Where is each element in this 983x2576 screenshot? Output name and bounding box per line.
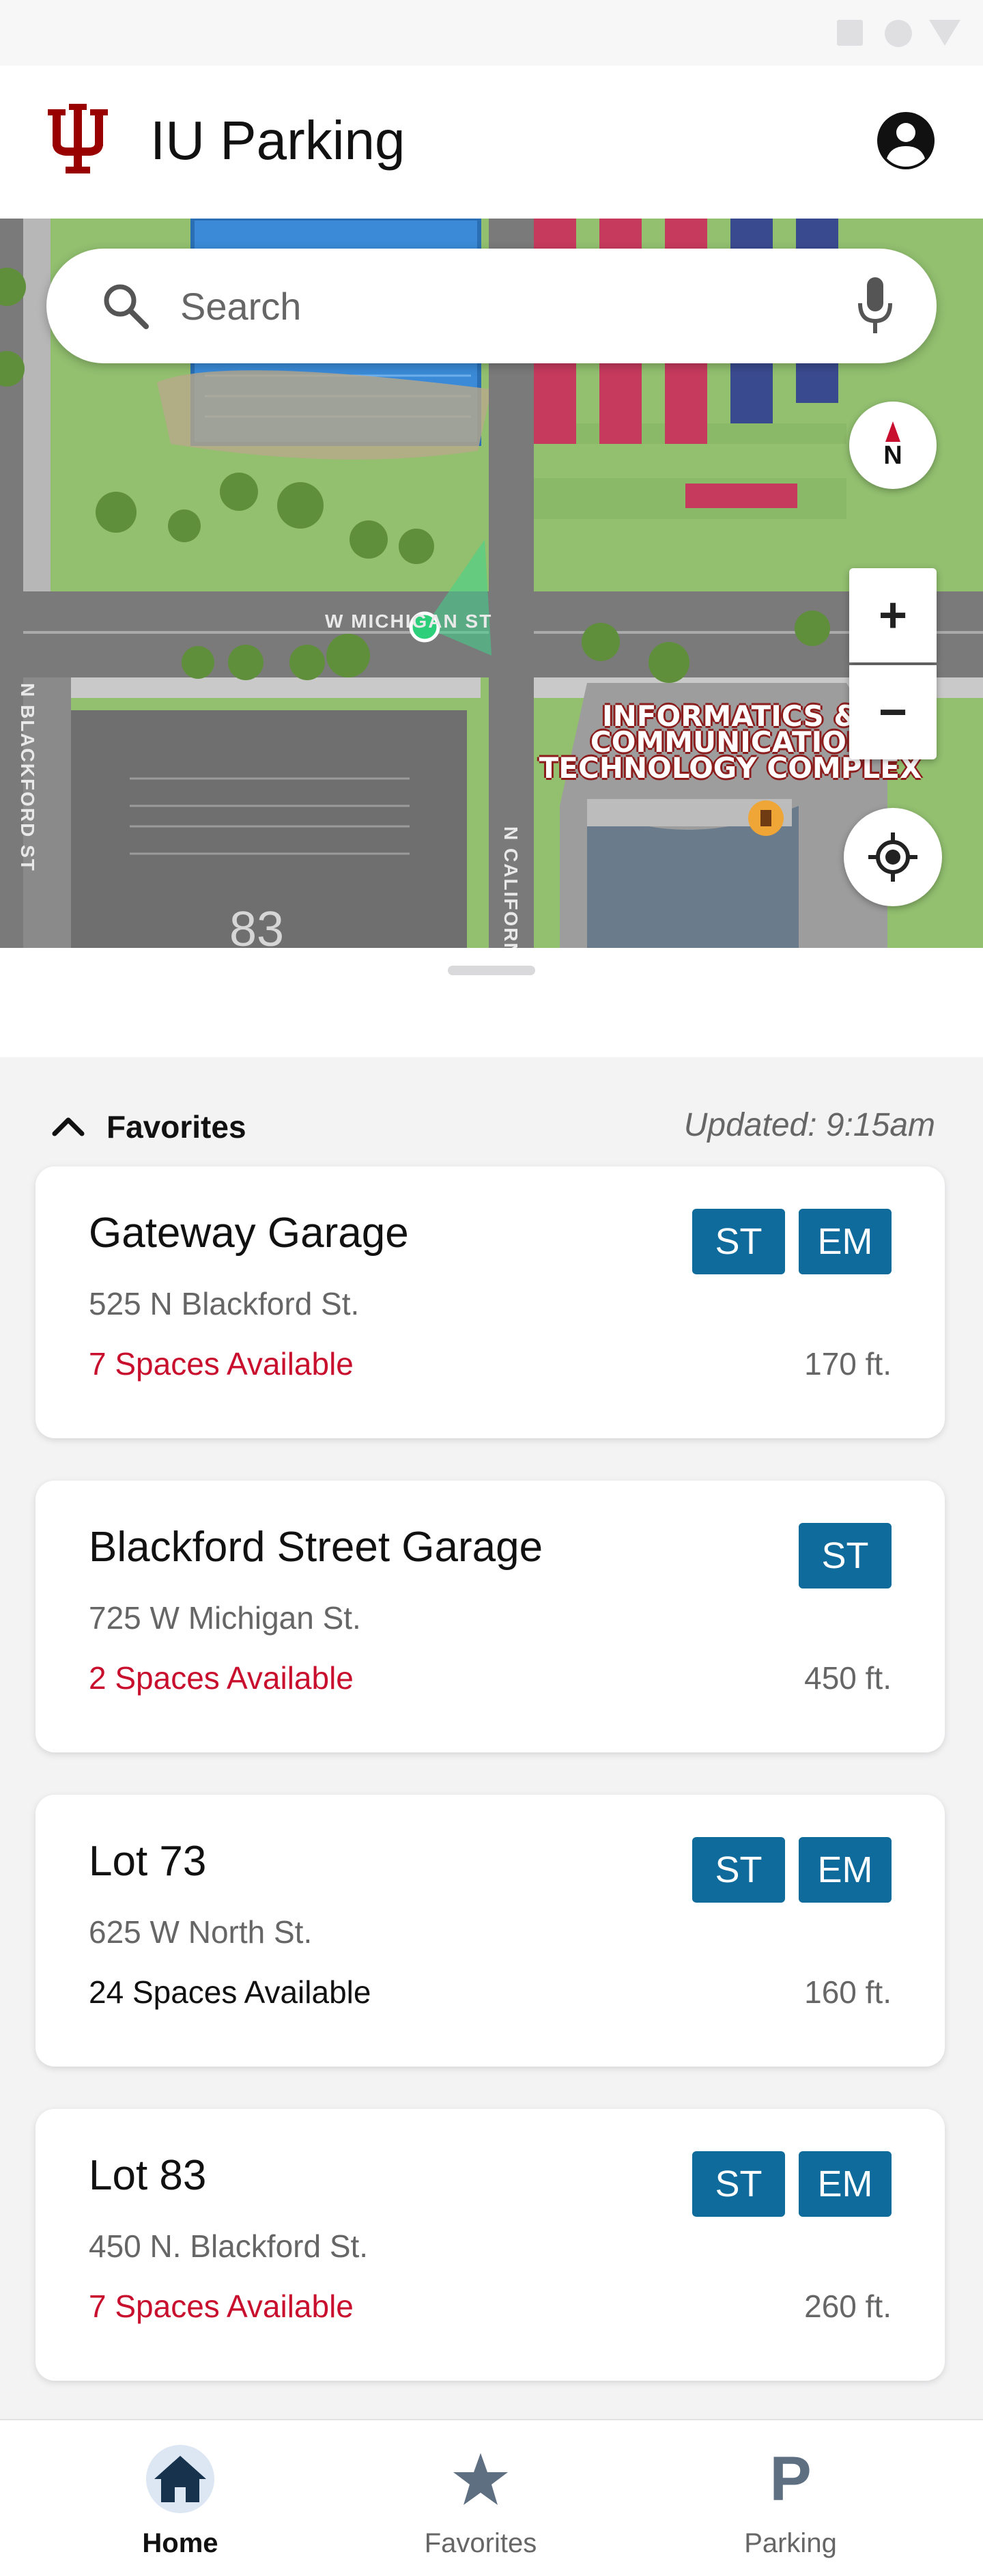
compass-needle-icon: [885, 421, 900, 442]
status-circle-icon: [885, 20, 912, 47]
iu-trident-logo-icon: [48, 104, 108, 173]
sheet-header: [0, 948, 983, 1057]
search-icon: [104, 284, 149, 329]
zoom-out-button[interactable]: −: [849, 665, 937, 759]
status-bar: [0, 0, 983, 66]
street-label-michigan: W MICHIGAN ST: [325, 611, 493, 632]
parking-card[interactable]: Blackford Street Garage ST 725 W Michiga…: [35, 1481, 945, 1752]
mic-icon[interactable]: [855, 275, 896, 337]
parking-address: 450 N. Blackford St.: [89, 2228, 369, 2264]
permit-badge: ST: [692, 2151, 785, 2217]
star-icon: [453, 2453, 508, 2505]
parking-address: 725 W Michigan St.: [89, 1600, 361, 1636]
sheet-drag-handle[interactable]: [448, 966, 535, 975]
status-square-icon: [837, 20, 863, 46]
parking-card[interactable]: Gateway Garage ST EM 525 N Blackford St.…: [35, 1166, 945, 1438]
lot-number-label: 83: [229, 902, 285, 948]
zoom-in-button[interactable]: +: [849, 568, 937, 662]
permit-badges: ST EM: [692, 1209, 892, 1274]
favorites-toggle[interactable]: Favorites: [49, 1100, 246, 1154]
permit-badges: ST EM: [692, 1837, 892, 1903]
nav-item-favorites[interactable]: Favorites: [317, 2420, 644, 2576]
parking-distance: 160 ft.: [804, 1974, 892, 2010]
parking-distance: 450 ft.: [804, 1660, 892, 1696]
spaces-available: 7 Spaces Available: [89, 1346, 354, 1382]
account-circle-icon[interactable]: [876, 111, 936, 171]
parking-name: Blackford Street Garage: [89, 1524, 543, 1571]
spaces-available: 2 Spaces Available: [89, 1660, 354, 1696]
app-title: IU Parking: [150, 110, 405, 171]
updated-timestamp: Updated: 9:15am: [683, 1107, 935, 1143]
parking-address: 525 N Blackford St.: [89, 1286, 360, 1321]
spaces-available: 24 Spaces Available: [89, 1974, 371, 2010]
favorites-title: Favorites: [106, 1109, 246, 1145]
parking-distance: 170 ft.: [804, 1346, 892, 1382]
parking-icon-wrap: P: [756, 2445, 825, 2513]
parking-card[interactable]: Lot 83 ST EM 450 N. Blackford St. 7 Spac…: [35, 2109, 945, 2381]
nav-item-home[interactable]: Home: [16, 2420, 344, 2576]
my-location-icon: [868, 832, 917, 882]
street-label-blackford: N BLACKFORD ST: [17, 683, 38, 872]
my-location-button[interactable]: [844, 808, 942, 906]
bottom-navigation: Home Favorites P Parking: [0, 2419, 983, 2576]
parking-icon: P: [769, 2444, 812, 2514]
permit-badge: ST: [692, 1837, 785, 1903]
permit-badges: ST EM: [692, 2151, 892, 2217]
compass-button[interactable]: N: [849, 402, 937, 489]
nav-item-parking[interactable]: P Parking: [627, 2420, 954, 2576]
street-label-california: N CALIFORN: [500, 826, 522, 948]
status-signal-icon: [929, 20, 960, 46]
parking-name: Lot 73: [89, 1838, 207, 1885]
permit-badge: EM: [799, 1209, 892, 1274]
nav-label-favorites: Favorites: [424, 2528, 537, 2558]
star-icon-wrap: [446, 2445, 515, 2513]
parking-name: Lot 83: [89, 2152, 207, 2199]
parking-address: 625 W North St.: [89, 1914, 313, 1950]
map-view[interactable]: W MICHIGAN ST N BLACKFORD ST N CALIFORN …: [0, 219, 983, 948]
spaces-available: 7 Spaces Available: [89, 2288, 354, 2324]
permit-badge: EM: [799, 2151, 892, 2217]
parking-distance: 260 ft.: [804, 2288, 892, 2324]
parking-name: Gateway Garage: [89, 1209, 409, 1257]
nav-label-home: Home: [142, 2528, 218, 2558]
home-icon-wrap: [146, 2445, 214, 2513]
compass-label: N: [883, 441, 902, 470]
search-input[interactable]: [180, 279, 795, 333]
permit-badge: ST: [799, 1523, 892, 1588]
nav-label-parking: Parking: [744, 2528, 837, 2558]
app-bar: IU Parking: [0, 66, 983, 219]
parking-card[interactable]: Lot 73 ST EM 625 W North St. 24 Spaces A…: [35, 1795, 945, 2067]
permit-badges: ST: [799, 1523, 892, 1588]
home-icon: [154, 2456, 206, 2502]
chevron-up-icon: [52, 1117, 85, 1136]
favorites-sheet: Favorites Updated: 9:15am Gateway Garage…: [0, 948, 983, 2419]
permit-badge: EM: [799, 1837, 892, 1903]
permit-badge: ST: [692, 1209, 785, 1274]
search-bar[interactable]: [46, 249, 937, 363]
